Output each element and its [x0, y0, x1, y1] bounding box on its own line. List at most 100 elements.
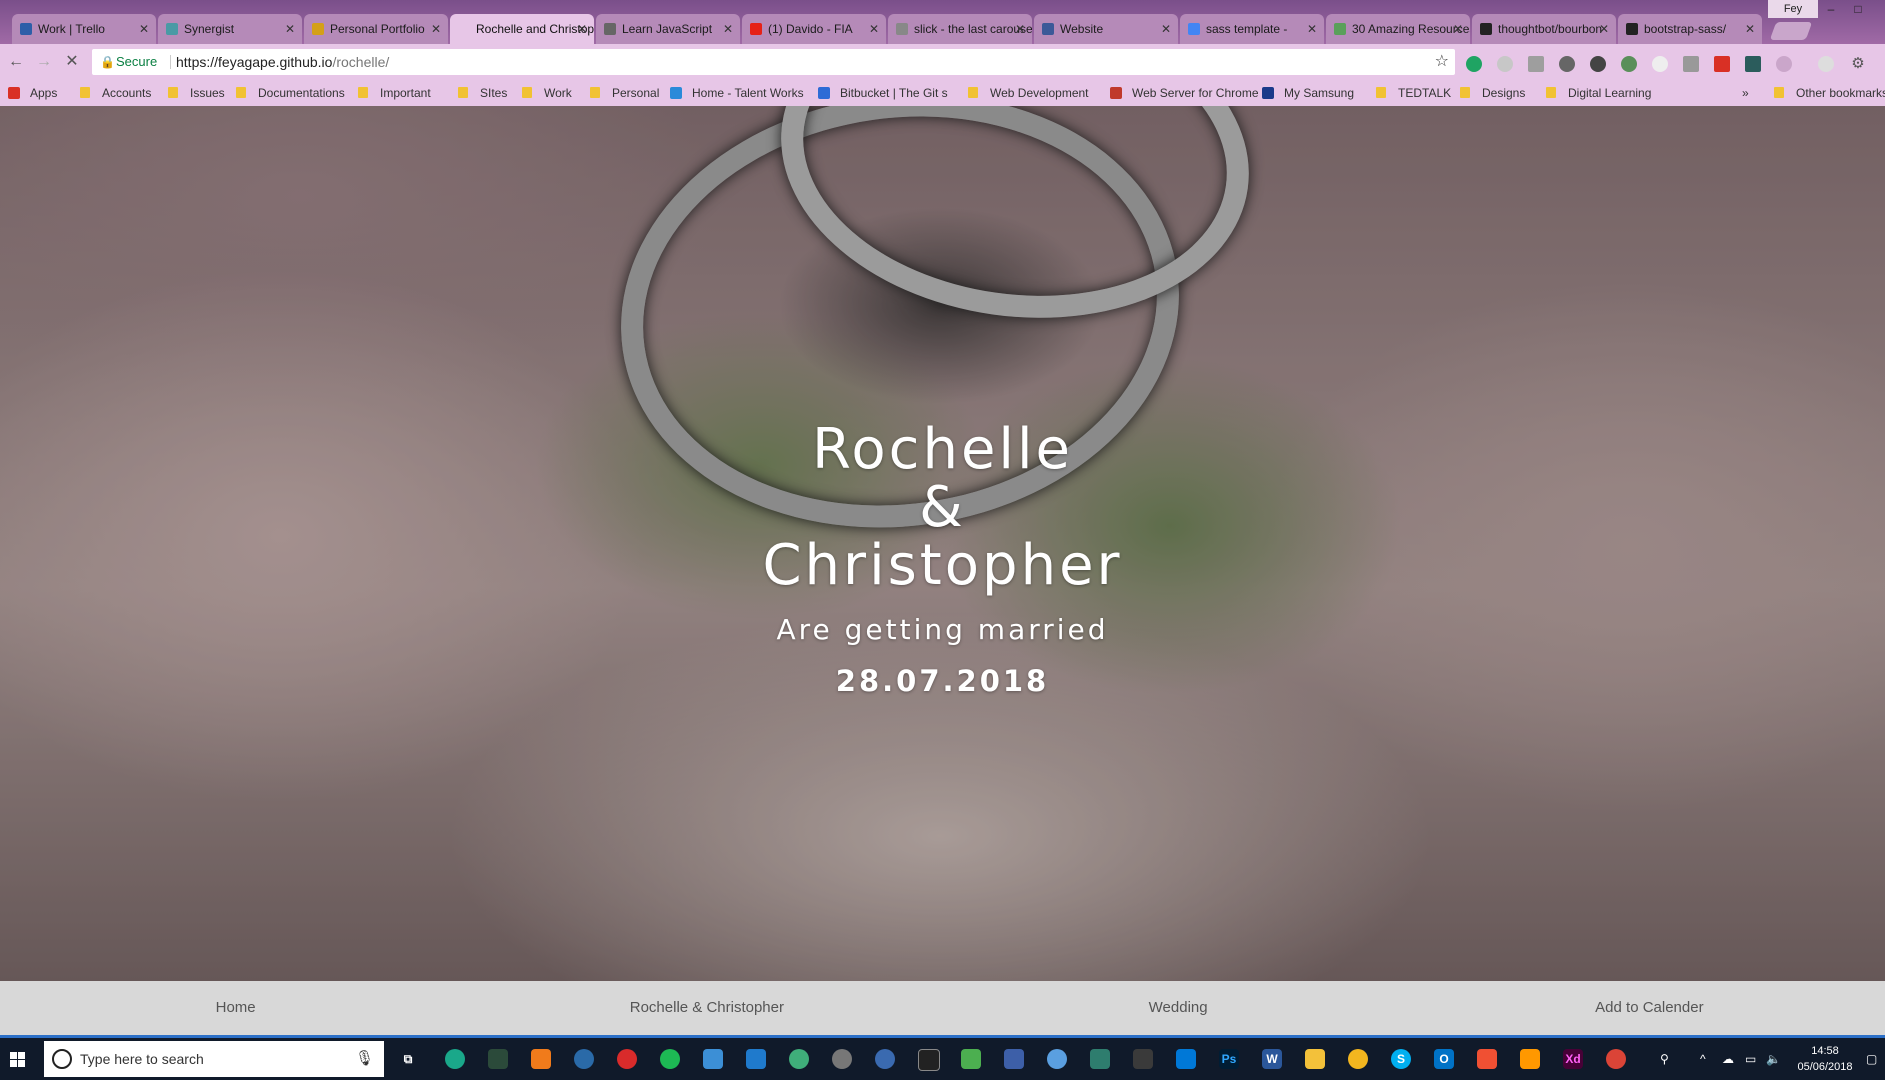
taskbar-search-input[interactable]: Type here to search 🎙 — [44, 1041, 384, 1077]
bookmark-item[interactable]: Web Server for Chrome — [1110, 80, 1259, 106]
bookmark-item[interactable]: Personal — [590, 80, 659, 106]
bookmark-item[interactable]: Documentations — [236, 80, 345, 106]
app-icon[interactable] — [1133, 1049, 1153, 1069]
skype-icon[interactable]: S — [1391, 1049, 1411, 1069]
sublime-text-icon[interactable] — [1520, 1049, 1540, 1069]
close-tab-icon[interactable]: ✕ — [139, 14, 149, 44]
location-extension-icon[interactable] — [1559, 56, 1575, 72]
adobe-xd-icon[interactable]: Xd — [1563, 1049, 1583, 1069]
grammarly-extension-icon[interactable] — [1466, 56, 1482, 72]
avatar[interactable] — [1818, 56, 1834, 72]
bookmark-item[interactable]: Important — [358, 80, 431, 106]
app-icon[interactable] — [1477, 1049, 1497, 1069]
bookmark-item[interactable]: Digital Learning — [1546, 80, 1651, 106]
app-icon[interactable] — [1176, 1049, 1196, 1069]
bookmark-item[interactable]: Apps — [8, 80, 57, 106]
terminal-icon[interactable] — [918, 1049, 940, 1071]
close-tab-icon[interactable]: ✕ — [1745, 14, 1755, 44]
extension-icon[interactable] — [1652, 56, 1668, 72]
new-tab-button[interactable] — [1769, 22, 1813, 40]
app-icon[interactable] — [1047, 1049, 1067, 1069]
nav-wedding[interactable]: Wedding — [943, 981, 1414, 1035]
stop-icon[interactable]: ✕ — [62, 52, 82, 72]
app-icon[interactable] — [617, 1049, 637, 1069]
close-tab-icon[interactable]: ✕ — [1161, 14, 1171, 44]
app-icon[interactable] — [488, 1049, 508, 1069]
windows-start-icon[interactable] — [0, 1038, 42, 1080]
app-icon[interactable] — [445, 1049, 465, 1069]
volume-icon[interactable]: 🔈 — [1766, 1038, 1781, 1080]
tray-chevron-icon[interactable]: ^ — [1700, 1038, 1706, 1080]
extension-icon[interactable] — [1683, 56, 1699, 72]
bookmark-item[interactable]: Accounts — [80, 80, 151, 106]
browser-tab[interactable]: Learn JavaScript ✕ — [596, 14, 740, 44]
bookmark-item[interactable]: Web Development — [968, 80, 1089, 106]
bookmark-item[interactable]: Home - Talent Works — [670, 80, 804, 106]
app-icon[interactable] — [660, 1049, 680, 1069]
react-devtools-icon[interactable] — [1590, 56, 1606, 72]
back-icon[interactable]: ← — [6, 52, 26, 72]
bookmark-item[interactable]: My Samsung — [1262, 80, 1354, 106]
close-tab-icon[interactable]: ✕ — [431, 14, 441, 44]
browser-tab[interactable]: Website ✕ — [1034, 14, 1178, 44]
chrome-icon[interactable] — [1606, 1049, 1626, 1069]
bookmarks-overflow-button[interactable]: » — [1742, 80, 1749, 106]
app-icon[interactable] — [531, 1049, 551, 1069]
browser-tab[interactable]: Synergist ✕ — [158, 14, 302, 44]
browser-tab[interactable]: Personal Portfolio ✕ — [304, 14, 448, 44]
vscode-icon[interactable] — [746, 1049, 766, 1069]
app-icon[interactable] — [703, 1049, 723, 1069]
app-icon[interactable] — [1348, 1049, 1368, 1069]
bookmark-item[interactable]: Issues — [168, 80, 225, 106]
extension-icon[interactable] — [1621, 56, 1637, 72]
outlook-icon[interactable]: O — [1434, 1049, 1454, 1069]
bookmark-item[interactable]: Designs — [1460, 80, 1525, 106]
app-icon[interactable] — [961, 1049, 981, 1069]
nav-couple[interactable]: Rochelle & Christopher — [471, 981, 942, 1035]
app-icon[interactable] — [789, 1049, 809, 1069]
browser-tab[interactable]: sass template - ✕ — [1180, 14, 1324, 44]
close-tab-icon[interactable]: ✕ — [1599, 14, 1609, 44]
address-bar[interactable]: 🔒 Secure https://feyagape.github.io/roch… — [92, 49, 1455, 75]
people-icon[interactable]: ⚲ — [1660, 1038, 1669, 1080]
browser-tab[interactable]: (1) Davido - FIA ✕ — [742, 14, 886, 44]
settings-gear-icon[interactable]: ⚙ — [1850, 56, 1866, 72]
system-clock[interactable]: 14:58 05/06/2018 — [1795, 1043, 1855, 1075]
bookmark-item[interactable]: SItes — [458, 80, 507, 106]
browser-tab[interactable]: bootstrap-sass/ ✕ — [1618, 14, 1762, 44]
network-icon[interactable]: ▭ — [1745, 1038, 1756, 1080]
extension-icon[interactable] — [1528, 56, 1544, 72]
nav-add-to-calendar[interactable]: Add to Calender — [1414, 981, 1885, 1035]
close-tab-icon[interactable]: ✕ — [869, 14, 879, 44]
extension-icon[interactable] — [1714, 56, 1730, 72]
browser-tab[interactable]: 30 Amazing Resources ✕ — [1326, 14, 1470, 44]
bookmark-item[interactable]: Bitbucket | The Git s — [818, 80, 948, 106]
app-icon[interactable] — [574, 1049, 594, 1069]
maximize-button[interactable]: □ — [1845, 0, 1871, 18]
minimize-button[interactable]: – — [1818, 0, 1844, 18]
file-explorer-icon[interactable] — [1305, 1049, 1325, 1069]
extension-icon[interactable] — [1497, 56, 1513, 72]
app-icon[interactable] — [1004, 1049, 1024, 1069]
app-icon[interactable] — [875, 1049, 895, 1069]
browser-tab[interactable]: Rochelle and Christopher✕ — [450, 14, 594, 44]
nav-home[interactable]: Home — [0, 981, 471, 1035]
other-bookmarks-folder[interactable]: Other bookmarks — [1774, 80, 1885, 106]
onedrive-icon[interactable]: ☁ — [1722, 1038, 1734, 1080]
bookmark-item[interactable]: Work — [522, 80, 572, 106]
photoshop-icon[interactable]: Ps — [1219, 1049, 1239, 1069]
close-tab-icon[interactable]: ✕ — [723, 14, 733, 44]
bookmark-item[interactable]: TEDTALK — [1376, 80, 1451, 106]
browser-tab[interactable]: Work | Trello ✕ — [12, 14, 156, 44]
extension-icon[interactable] — [1776, 56, 1792, 72]
close-tab-icon[interactable]: ✕ — [1307, 14, 1317, 44]
close-tab-icon[interactable]: ✕ — [285, 14, 295, 44]
profile-button[interactable]: Fey — [1768, 0, 1818, 18]
browser-tab[interactable]: thoughtbot/bourbon ✕ — [1472, 14, 1616, 44]
close-tab-icon[interactable]: ✕ — [1453, 14, 1463, 44]
app-icon[interactable] — [832, 1049, 852, 1069]
browser-tab[interactable]: slick - the last carousel ✕ — [888, 14, 1032, 44]
forward-icon[interactable]: → — [34, 52, 54, 72]
action-center-icon[interactable]: ▢ — [1866, 1038, 1877, 1080]
close-tab-icon[interactable]: ✕ — [1015, 14, 1025, 44]
